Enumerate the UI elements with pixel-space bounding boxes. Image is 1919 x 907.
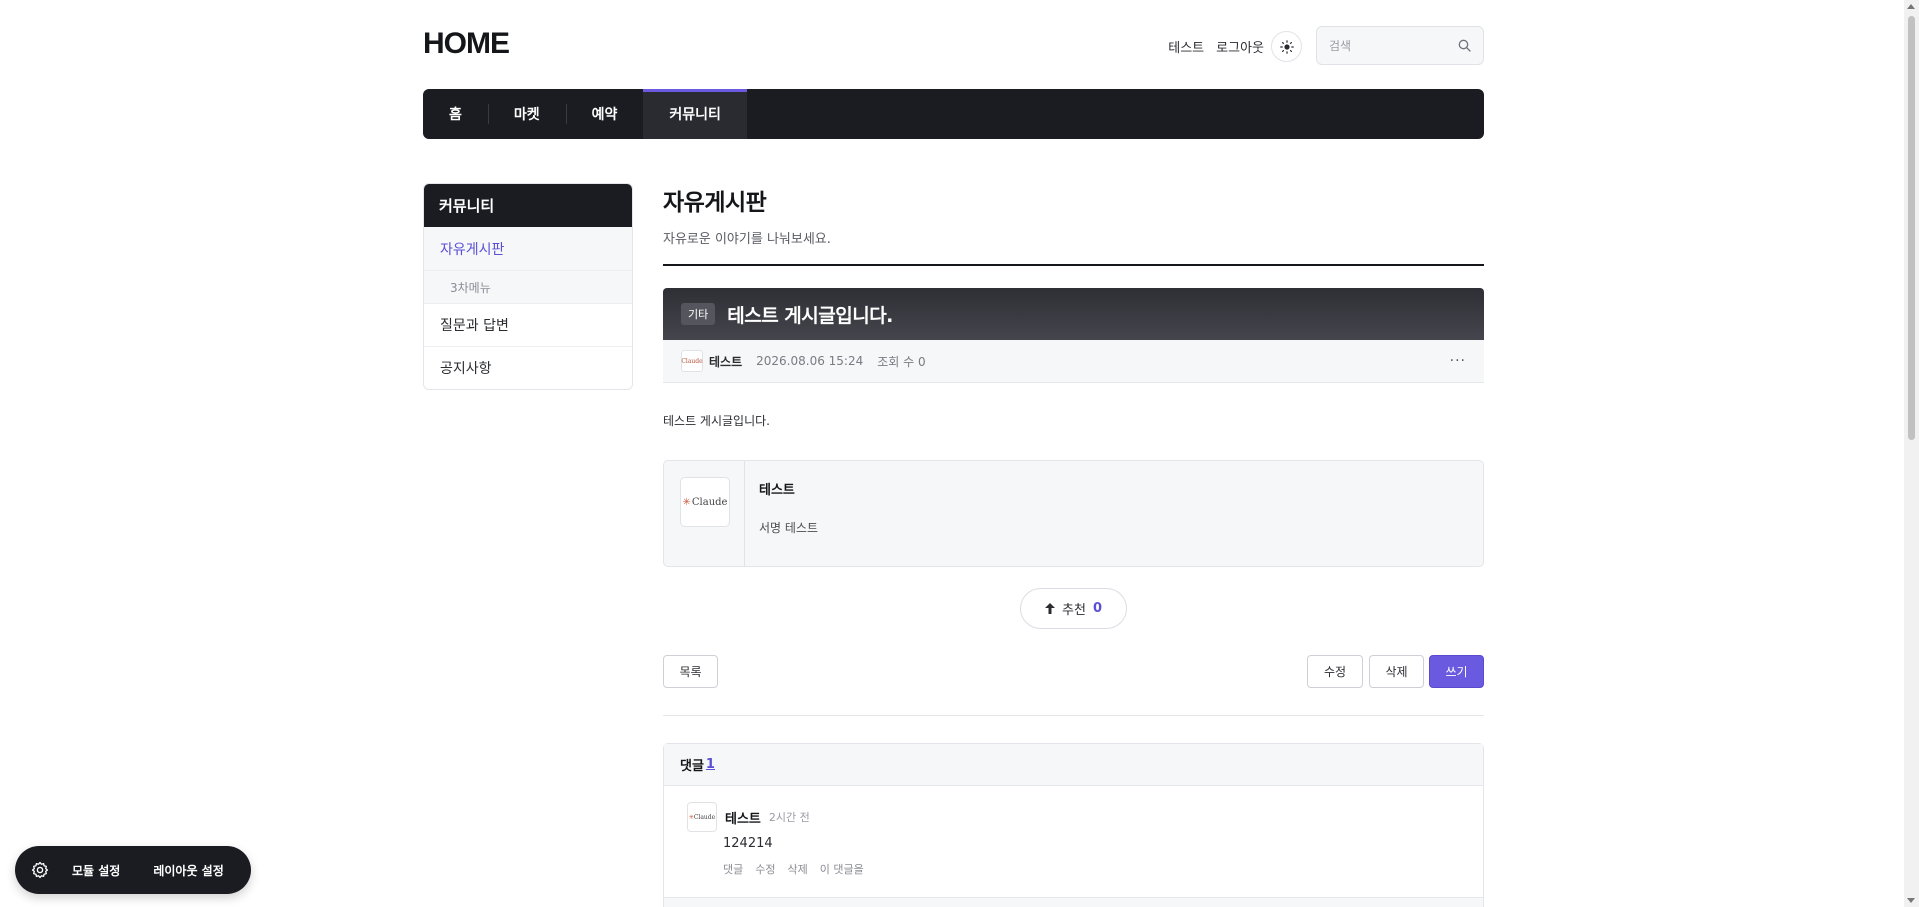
module-settings-button[interactable]: 모듈 설정 — [72, 862, 120, 879]
category-badge[interactable]: 기타 — [681, 303, 716, 325]
recommend-button[interactable]: 추천 0 — [1020, 588, 1127, 629]
more-options-icon[interactable]: ··· — [1450, 353, 1466, 369]
post-author[interactable]: 테스트 — [709, 353, 742, 370]
comment-text: 124214 — [723, 836, 773, 851]
sidebar-item-free-board[interactable]: 자유게시판 — [424, 227, 632, 270]
author-signature: ✳ Claude 테스트 서명 테스트 — [663, 460, 1484, 567]
page-scrollbar[interactable] — [1904, 0, 1919, 907]
author-avatar[interactable]: Claude — [681, 350, 703, 372]
layout-settings-button[interactable]: 레이아웃 설정 — [153, 862, 223, 879]
main-nav: 홈 마켓 예약 커뮤니티 — [423, 89, 1484, 139]
comment-reply-link[interactable]: 댓글 — [723, 861, 743, 877]
comment-avatar-text: Claude — [693, 813, 716, 821]
comments-count[interactable]: 1 — [706, 757, 715, 772]
comment-item: ✳ Claude 테스트 2시간 전 124214 댓글 수정 삭제 이 댓글을 — [664, 786, 1483, 897]
signature-name: 테스트 — [759, 483, 795, 498]
comment-actions: 댓글 수정 삭제 이 댓글을 — [723, 861, 1460, 877]
write-button[interactable]: 쓰기 — [1429, 655, 1484, 688]
signature-text: 서명 테스트 — [759, 521, 819, 535]
comment-avatar[interactable]: ✳ Claude — [687, 802, 717, 832]
gear-icon[interactable] — [30, 860, 50, 880]
claude-star-icon: ✳ — [682, 496, 691, 508]
recommend-label: 추천 — [1062, 603, 1086, 618]
nav-item-community[interactable]: 커뮤니티 — [643, 89, 747, 139]
post-views: 조회 수 0 — [877, 354, 926, 369]
post-date: 2026.08.06 15:24 — [756, 354, 864, 368]
sidebar: 커뮤니티 자유게시판 3차메뉴 질문과 답변 공지사항 — [423, 183, 633, 390]
comment-footer — [664, 897, 1483, 907]
comments-section: 댓글 1 ✳ Claude 테스트 2시간 전 124214 댓글 수정 삭제 이… — [663, 743, 1484, 907]
signature-info: 테스트 서명 테스트 — [759, 477, 818, 550]
section-divider — [663, 715, 1484, 716]
page-title: 자유게시판 — [663, 190, 767, 216]
logout-link[interactable]: 로그아웃 — [1216, 37, 1264, 56]
sidebar-item-notice[interactable]: 공지사항 — [424, 346, 632, 389]
delete-button[interactable]: 삭제 — [1369, 655, 1424, 688]
main-content: 자유게시판 자유로운 이야기를 나눠보세요. 기타 테스트 게시글입니다. Cl… — [663, 183, 1484, 907]
site-logo[interactable]: HOME — [423, 27, 510, 61]
comment-this-comment-link[interactable]: 이 댓글을 — [820, 861, 864, 877]
header-links: 테스트 로그아웃 — [1168, 37, 1264, 56]
sidebar-item-submenu[interactable]: 3차메뉴 — [424, 270, 632, 303]
post-actions: 목록 수정 삭제 쓰기 — [663, 655, 1484, 688]
scrollbar-thumb[interactable] — [1908, 16, 1915, 440]
sun-icon — [1279, 39, 1294, 54]
signature-avatar: ✳ Claude — [680, 477, 730, 527]
comment-header: ✳ Claude 테스트 2시간 전 — [687, 802, 1460, 832]
comment-time: 2시간 전 — [768, 811, 810, 824]
comments-header: 댓글 1 — [664, 744, 1483, 786]
edit-button[interactable]: 수정 — [1307, 655, 1363, 688]
user-name-link[interactable]: 테스트 — [1168, 37, 1204, 56]
post-title: 테스트 게시글입니다. — [727, 304, 893, 327]
list-button[interactable]: 목록 — [663, 655, 718, 688]
title-divider — [663, 264, 1484, 266]
comment-author[interactable]: 테스트 — [725, 808, 761, 827]
signature-avatar-text: Claude — [691, 496, 728, 508]
vote-area: 추천 0 — [663, 588, 1484, 629]
nav-item-home[interactable]: 홈 — [423, 89, 488, 139]
page-description: 자유로운 이야기를 나눠보세요. — [663, 232, 831, 247]
arrow-up-icon — [1045, 603, 1056, 614]
theme-toggle-button[interactable] — [1271, 31, 1302, 62]
search-icon[interactable] — [1458, 39, 1471, 52]
post-meta: Claude 테스트 2026.08.06 15:24 조회 수 0 ··· — [663, 340, 1484, 383]
recommend-count: 0 — [1092, 601, 1102, 616]
comment-delete-link[interactable]: 삭제 — [788, 861, 808, 877]
comments-label: 댓글 — [680, 759, 704, 774]
settings-toolbar: 모듈 설정 레이아웃 설정 — [15, 846, 251, 894]
search-input[interactable] — [1329, 38, 1458, 53]
post-header: 기타 테스트 게시글입니다. — [663, 288, 1484, 340]
scroll-up-icon[interactable] — [1907, 4, 1915, 9]
sidebar-title: 커뮤니티 — [424, 184, 632, 227]
scroll-down-icon[interactable] — [1907, 898, 1915, 903]
nav-item-market[interactable]: 마켓 — [487, 89, 566, 139]
post-body: 테스트 게시글입니다. — [663, 414, 770, 428]
search-box — [1316, 26, 1484, 65]
sidebar-item-qna[interactable]: 질문과 답변 — [424, 303, 632, 346]
nav-item-reservation[interactable]: 예약 — [565, 89, 644, 139]
comment-edit-link[interactable]: 수정 — [755, 861, 775, 877]
signature-divider — [744, 461, 745, 566]
